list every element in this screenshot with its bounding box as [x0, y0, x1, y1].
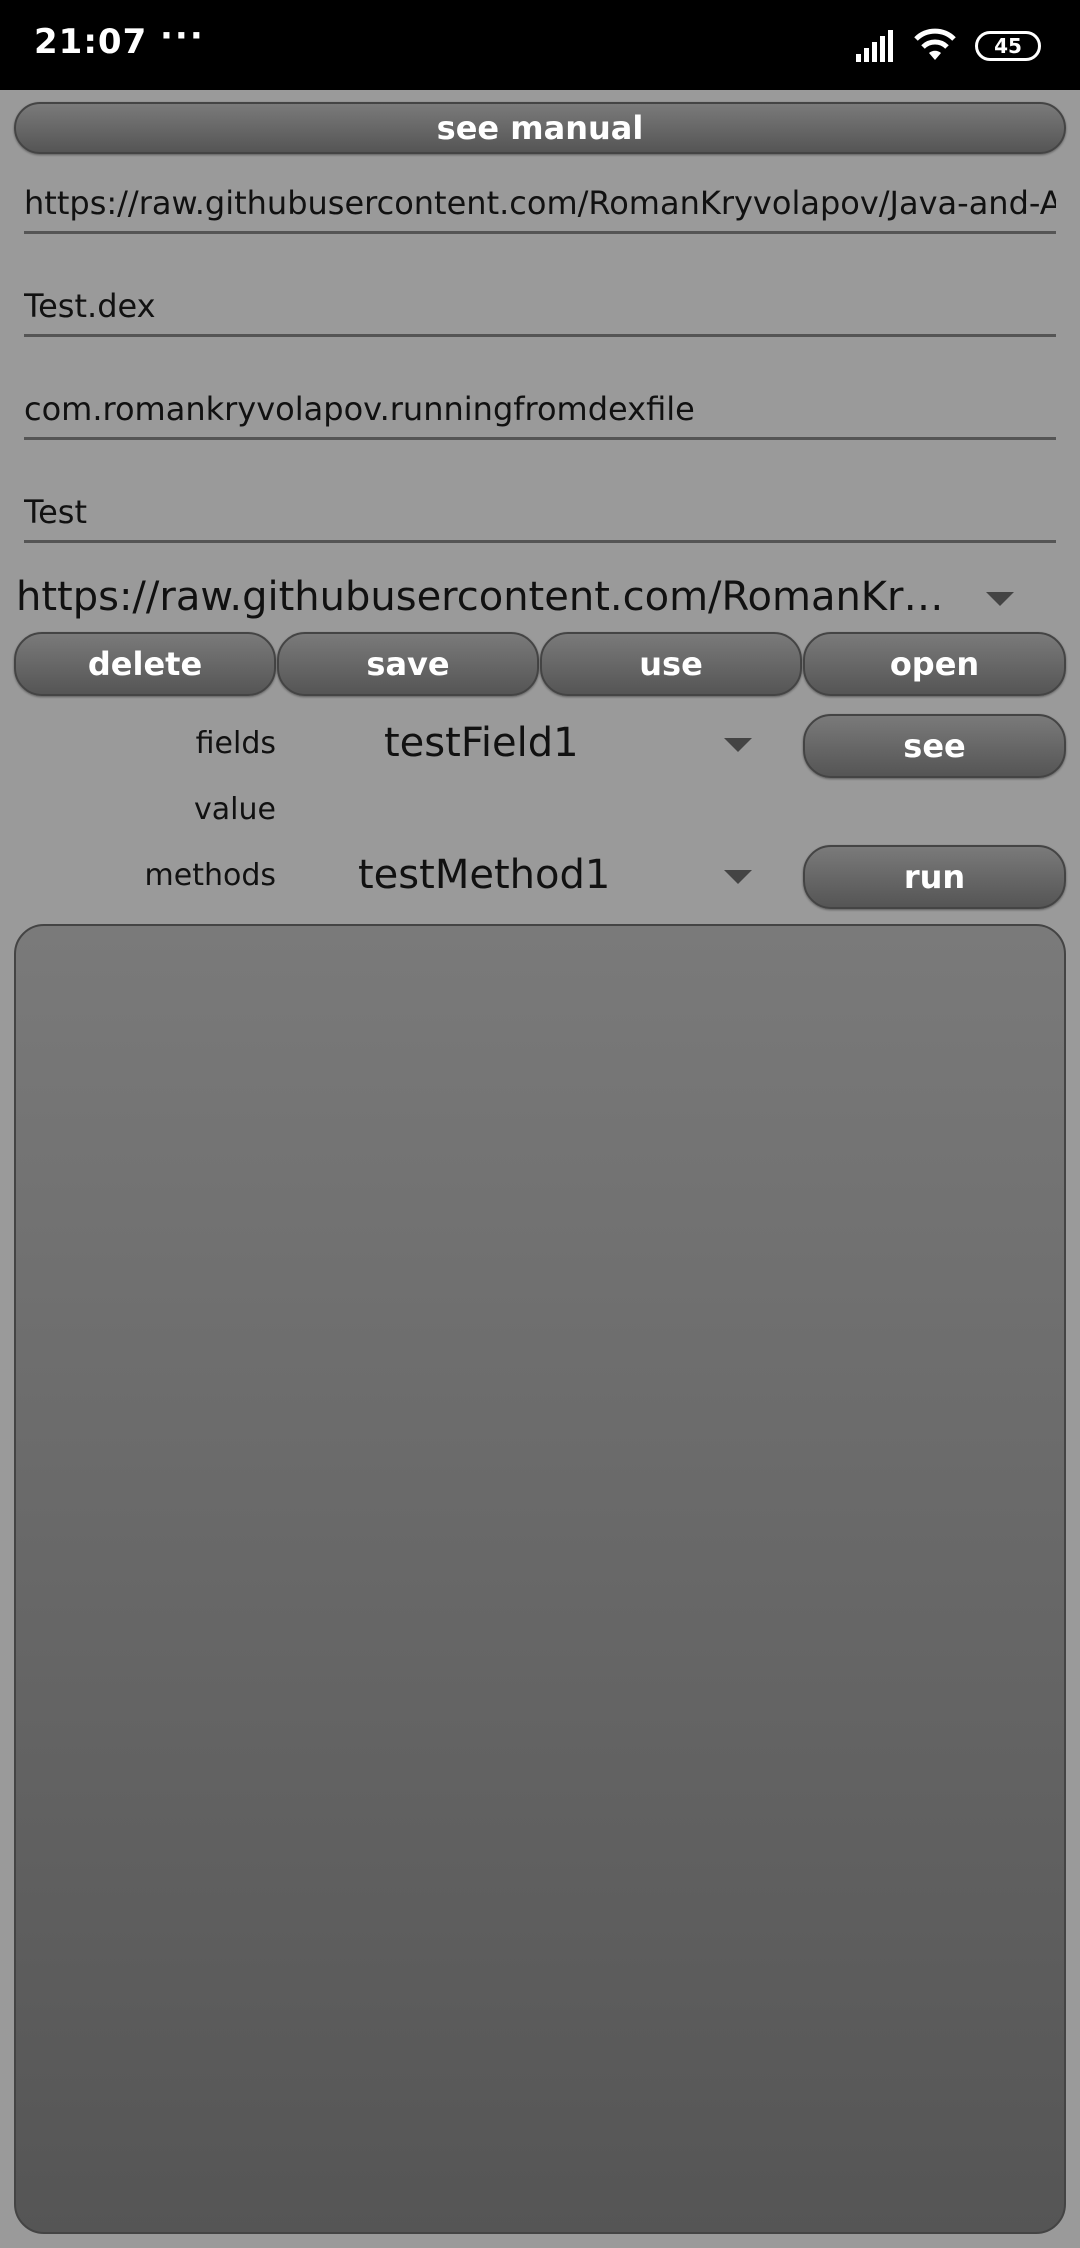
- open-button[interactable]: open: [803, 632, 1066, 696]
- value-label: value: [194, 792, 276, 827]
- use-button[interactable]: use: [540, 632, 802, 696]
- methods-spinner[interactable]: testMethod1: [358, 852, 708, 908]
- preset-spinner[interactable]: https://raw.githubusercontent.com/RomanK…: [16, 574, 956, 626]
- status-bar: 21:07 ··· 45: [0, 0, 1080, 90]
- methods-spinner-dropdown-icon[interactable]: [724, 870, 752, 884]
- see-manual-button[interactable]: see manual: [14, 102, 1066, 154]
- preset-spinner-dropdown-icon[interactable]: [986, 592, 1014, 606]
- class-field[interactable]: Test: [24, 483, 1056, 543]
- package-value: com.romankryvolapov.runningfromdexfile: [24, 389, 695, 428]
- dex-file-value: Test.dex: [24, 286, 156, 325]
- status-time: 21:07: [34, 22, 148, 62]
- methods-label: methods: [144, 858, 276, 893]
- notification-dots-icon: ···: [160, 16, 205, 56]
- url-field-value: https://raw.githubusercontent.com/RomanK…: [24, 183, 1056, 222]
- save-button[interactable]: save: [277, 632, 539, 696]
- dex-file-field[interactable]: Test.dex: [24, 277, 1056, 337]
- fields-spinner[interactable]: testField1: [384, 720, 704, 776]
- signal-icon: [856, 28, 900, 66]
- output-area[interactable]: [14, 924, 1066, 2234]
- battery-icon: 45: [975, 31, 1041, 61]
- fields-spinner-value: testField1: [384, 720, 579, 766]
- fields-spinner-dropdown-icon[interactable]: [724, 738, 752, 752]
- url-field[interactable]: https://raw.githubusercontent.com/RomanK…: [24, 174, 1056, 234]
- class-value: Test: [24, 492, 88, 531]
- methods-spinner-value: testMethod1: [358, 852, 611, 898]
- preset-spinner-value: https://raw.githubusercontent.com/RomanK…: [16, 574, 956, 620]
- delete-button[interactable]: delete: [14, 632, 276, 696]
- package-field[interactable]: com.romankryvolapov.runningfromdexfile: [24, 380, 1056, 440]
- run-button[interactable]: run: [803, 845, 1066, 909]
- fields-label: fields: [195, 726, 276, 761]
- see-button[interactable]: see: [803, 714, 1066, 778]
- wifi-icon: [912, 26, 958, 66]
